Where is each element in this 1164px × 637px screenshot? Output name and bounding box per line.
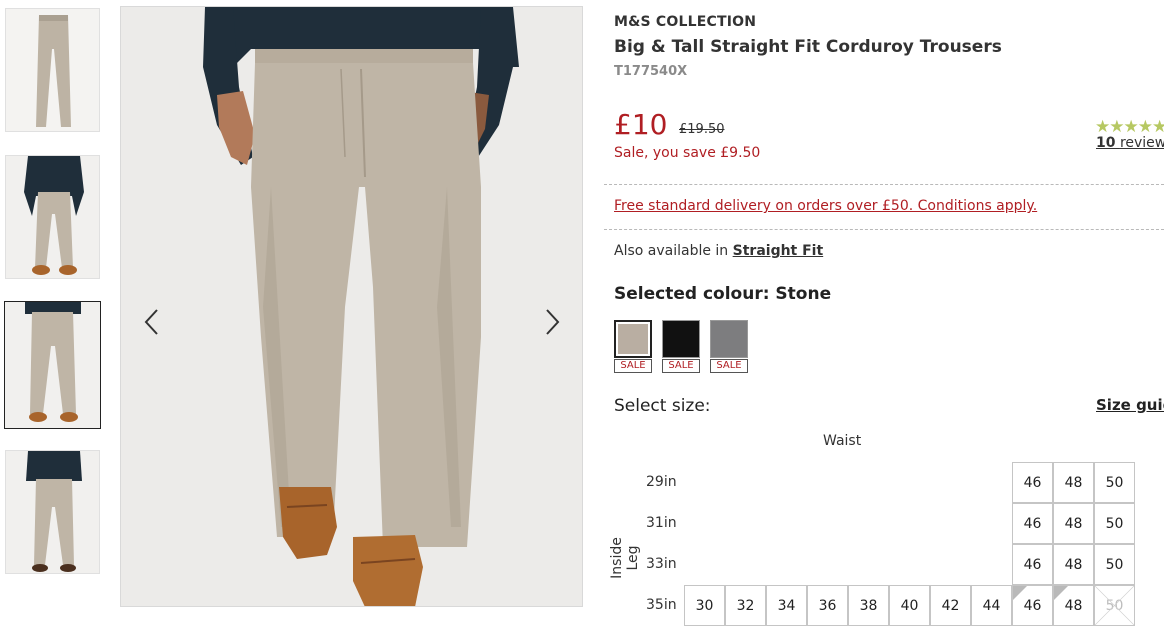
brand-name: M&S COLLECTION [614, 14, 757, 30]
inside-leg-label: Inside Leg [609, 537, 641, 579]
colour-swatch-stone[interactable]: SALE [614, 320, 652, 374]
trousers-flat-image [6, 9, 99, 131]
size-35-36[interactable]: 36 [807, 585, 848, 626]
model-front-image [6, 156, 99, 278]
model-back-image [6, 451, 99, 573]
select-size-label: Select size: [614, 396, 711, 416]
size-35-48-low-stock[interactable]: 48 [1053, 585, 1094, 626]
size-31-46[interactable]: 46 [1012, 503, 1053, 544]
size-35-40[interactable]: 40 [889, 585, 930, 626]
size-29-46[interactable]: 46 [1012, 462, 1053, 503]
size-35-34[interactable]: 34 [766, 585, 807, 626]
size-33-48[interactable]: 48 [1053, 544, 1094, 585]
model-trousers-image [121, 7, 582, 606]
waist-label: Waist [823, 433, 862, 449]
chevron-left-icon [144, 309, 158, 335]
swatch-chip [614, 320, 652, 358]
product-title: Big & Tall Straight Fit Corduroy Trouser… [614, 37, 1002, 57]
original-price: £19.50 [679, 122, 725, 137]
product-code: T177540X [614, 64, 688, 79]
thumbnail-1[interactable] [5, 8, 100, 132]
size-guide-link[interactable]: Size guide [1096, 396, 1164, 414]
size-35-38[interactable]: 38 [848, 585, 889, 626]
availability-text: Also available in Straight Fit [614, 243, 823, 259]
sale-badge: SALE [614, 359, 652, 373]
size-35-32[interactable]: 32 [725, 585, 766, 626]
main-product-image[interactable] [120, 6, 583, 607]
size-35-46-low-stock[interactable]: 46 [1012, 585, 1053, 626]
leg-31in: 31in [646, 515, 677, 531]
sale-badge: SALE [662, 359, 700, 373]
size-29-48[interactable]: 48 [1053, 462, 1094, 503]
divider [604, 229, 1164, 230]
leg-35in: 35in [646, 597, 677, 613]
review-count: 10 [1096, 135, 1116, 151]
saving-text: Sale, you save £9.50 [614, 145, 761, 161]
size-33-46[interactable]: 46 [1012, 544, 1053, 585]
size-31-48[interactable]: 48 [1053, 503, 1094, 544]
colour-swatch-grey[interactable]: SALE [710, 320, 748, 374]
model-front-close-image [5, 302, 100, 428]
previous-image-button[interactable] [137, 307, 167, 337]
swatch-chip [710, 320, 748, 358]
divider [604, 184, 1164, 185]
rating-stars: ★★★★★ [1095, 117, 1164, 137]
next-image-button[interactable] [537, 307, 567, 337]
size-35-30[interactable]: 30 [684, 585, 725, 626]
size-33-50[interactable]: 50 [1094, 544, 1135, 585]
chevron-right-icon [546, 309, 560, 335]
leg-29in: 29in [646, 474, 677, 490]
swatch-chip [662, 320, 700, 358]
sale-badge: SALE [710, 359, 748, 373]
delivery-link[interactable]: Free standard delivery on orders over £5… [614, 198, 1037, 214]
thumbnail-4[interactable] [5, 450, 100, 574]
review-label: reviews [1119, 135, 1164, 151]
reviews-link[interactable]: 10 reviews [1096, 135, 1164, 151]
leg-33in: 33in [646, 556, 677, 572]
straight-fit-link[interactable]: Straight Fit [733, 243, 824, 259]
thumbnail-3[interactable] [4, 301, 101, 429]
current-price: £10 [614, 108, 668, 141]
size-35-50-out-of-stock[interactable]: 50 [1094, 585, 1135, 626]
size-31-50[interactable]: 50 [1094, 503, 1135, 544]
availability-prefix: Also available in [614, 243, 729, 259]
colour-swatch-black[interactable]: SALE [662, 320, 700, 374]
selected-colour-label: Selected colour: Stone [614, 284, 832, 304]
size-35-42[interactable]: 42 [930, 585, 971, 626]
size-35-44[interactable]: 44 [971, 585, 1012, 626]
size-29-50[interactable]: 50 [1094, 462, 1135, 503]
thumbnail-2[interactable] [5, 155, 100, 279]
